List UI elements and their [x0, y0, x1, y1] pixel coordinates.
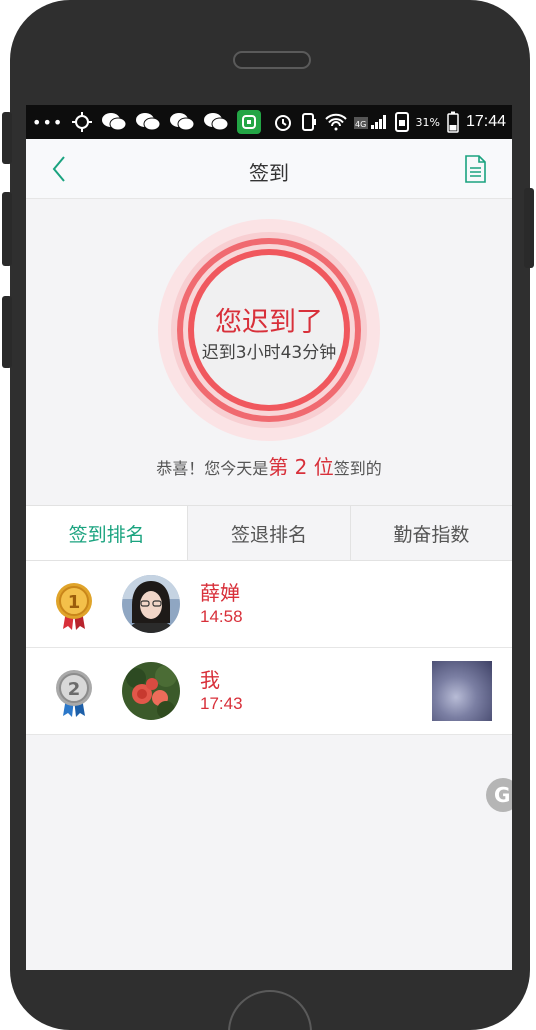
svg-text:4G: 4G	[355, 120, 366, 129]
checkin-rank-message: 恭喜！您今天是第 2 位签到的	[26, 451, 512, 480]
congrats-suffix: 签到的	[333, 459, 382, 478]
congrats-prefix: 恭喜！您今天是	[156, 459, 269, 478]
tab-checkout-ranking[interactable]: 签退排名	[187, 506, 349, 560]
page-title: 签到	[249, 161, 289, 185]
tab-checkin-ranking[interactable]: 签到排名	[26, 506, 188, 560]
medal-rank-number: 2	[68, 679, 81, 700]
nav-bar: 签到	[26, 139, 512, 199]
alarm-icon	[273, 112, 293, 132]
list-item[interactable]: 1 薛婵 14:58	[26, 561, 512, 648]
wifi-icon	[324, 113, 347, 131]
app-notification-icon	[237, 110, 262, 134]
volume-down-button	[2, 296, 12, 368]
late-status-title: 您迟到了	[215, 307, 323, 338]
mute-switch	[2, 112, 12, 164]
checkin-photo-thumbnail[interactable]	[432, 661, 492, 721]
vibrate-icon	[300, 112, 318, 132]
tab-diligence-index[interactable]: 勤奋指数	[349, 506, 512, 560]
wechat-icon	[169, 112, 195, 132]
gold-medal-icon: 1	[52, 581, 96, 631]
ranking-list: 1 薛婵 14:58 2 我 17:43	[26, 561, 512, 735]
battery-percent: 31%	[415, 115, 440, 129]
gps-icon	[71, 111, 93, 133]
checkin-ring[interactable]: 您迟到了 迟到3小时43分钟	[157, 218, 381, 442]
earpiece-speaker	[233, 51, 311, 69]
silver-medal-icon: 2	[52, 668, 96, 718]
power-button	[524, 188, 534, 268]
rank-highlight: 第 2 位	[268, 455, 334, 479]
more-dots: •••	[32, 112, 64, 132]
user-name: 薛婵	[200, 581, 240, 605]
volume-up-button	[2, 192, 12, 266]
document-icon[interactable]	[462, 153, 488, 185]
avatar	[122, 575, 180, 633]
signal-4g-icon: 4G	[353, 113, 388, 131]
screen: ••• 4G 31% 17:44 签到 您迟到了 迟到3小时43分钟 恭喜！您今…	[26, 105, 512, 970]
user-name: 我	[200, 668, 220, 692]
late-duration: 迟到3小时43分钟	[201, 343, 337, 363]
floating-assistant-button[interactable]: G	[486, 778, 512, 812]
sim-icon	[394, 112, 409, 132]
checkin-time: 17:43	[200, 694, 243, 713]
medal-rank-number: 1	[68, 592, 81, 613]
wechat-icon	[203, 112, 229, 132]
ranking-tabs: 签到排名 签退排名 勤奋指数	[26, 505, 512, 561]
clock: 17:44	[465, 113, 506, 130]
wechat-icon	[135, 112, 161, 132]
battery-icon	[447, 111, 459, 133]
checkin-time: 14:58	[200, 607, 243, 626]
status-bar: ••• 4G 31% 17:44	[26, 105, 512, 139]
list-item[interactable]: 2 我 17:43	[26, 648, 512, 735]
checkin-panel: 您迟到了 迟到3小时43分钟 恭喜！您今天是第 2 位签到的	[26, 199, 512, 505]
avatar	[122, 662, 180, 720]
wechat-icon	[101, 112, 127, 132]
